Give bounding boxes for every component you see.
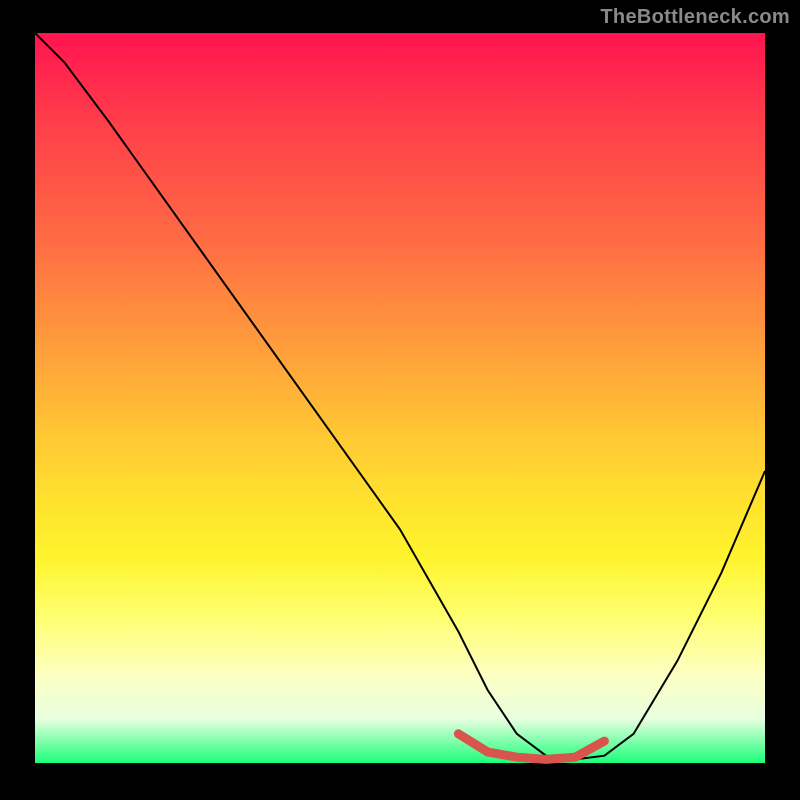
bottleneck-highlight: [458, 734, 604, 760]
bottleneck-line: [35, 33, 765, 759]
plot-area: [35, 33, 765, 763]
chart-svg: [35, 33, 765, 763]
watermark-label: TheBottleneck.com: [600, 6, 790, 29]
chart-frame: TheBottleneck.com: [0, 0, 800, 800]
